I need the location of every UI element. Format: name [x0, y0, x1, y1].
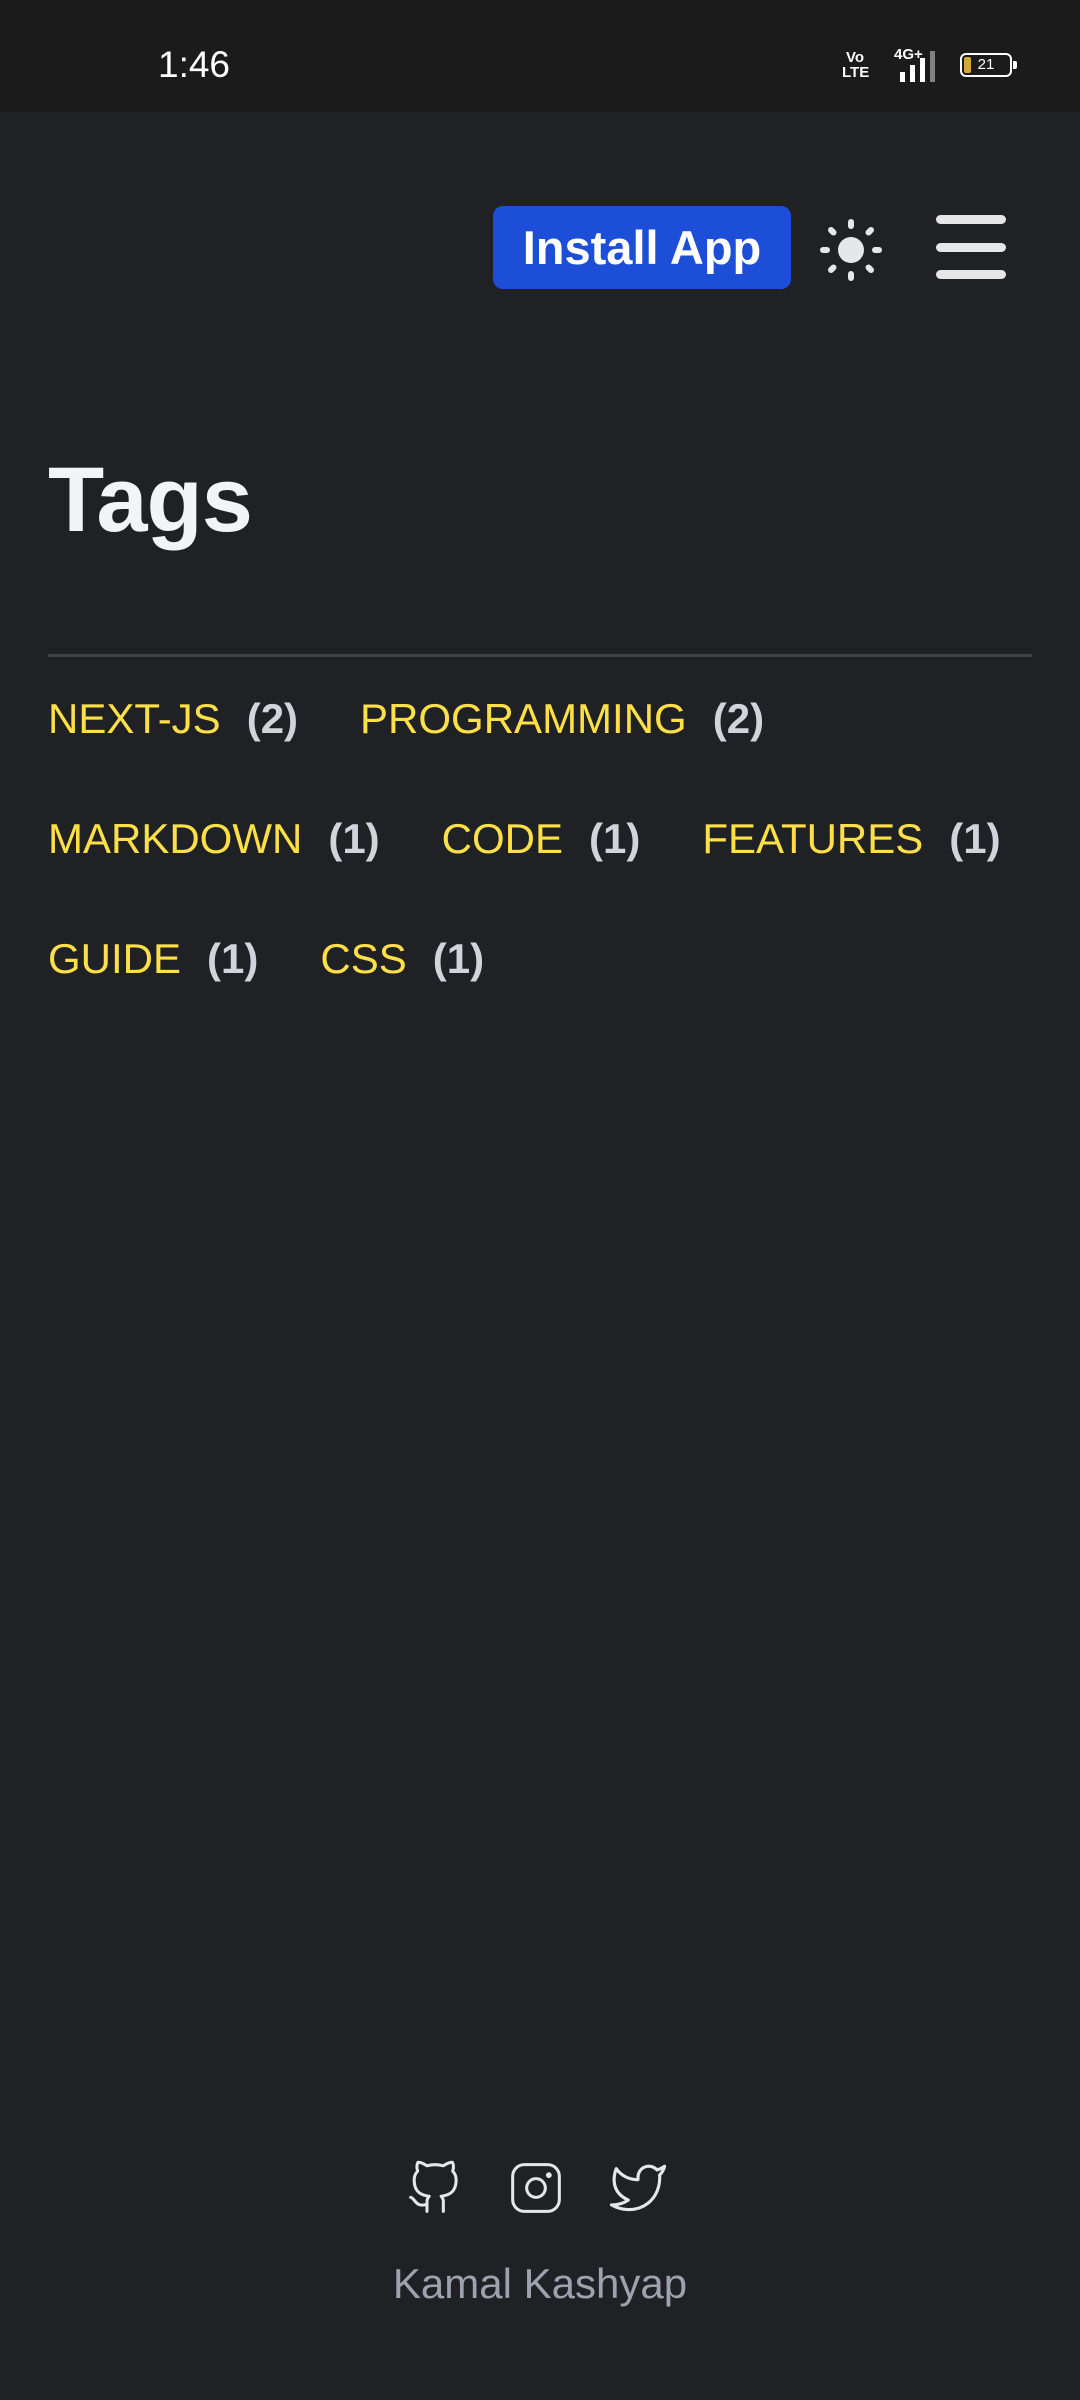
menu-line	[936, 270, 1006, 279]
tag-link[interactable]: CODE	[442, 815, 563, 863]
tag-item: NEXT-JS (2)	[48, 690, 298, 748]
tag-item: MARKDOWN (1)	[48, 810, 380, 868]
volte-icon: Vo LTE	[842, 49, 870, 81]
instagram-icon[interactable]	[506, 2158, 566, 2218]
tag-link[interactable]: GUIDE	[48, 935, 181, 983]
network-type: 4G+	[894, 46, 923, 63]
tag-item: FEATURES (1)	[702, 810, 1000, 868]
tag-item: GUIDE (1)	[48, 930, 258, 988]
tag-link[interactable]: CSS	[320, 935, 406, 983]
install-app-button[interactable]: Install App	[493, 206, 791, 289]
menu-line	[936, 215, 1006, 224]
author-name: Kamal Kashyap	[392, 2260, 688, 2307]
twitter-icon[interactable]	[608, 2158, 668, 2218]
battery-level: 21	[977, 56, 995, 73]
tag-count: (1)	[432, 935, 485, 982]
screen: 1:46 Vo LTE 4G+ 21 Install App Tags NEXT…	[0, 0, 1080, 2400]
tag-item: CODE (1)	[442, 810, 641, 868]
sun-icon	[820, 219, 882, 281]
status-icons: Vo LTE 4G+ 21	[842, 46, 1017, 82]
tag-link[interactable]: MARKDOWN	[48, 815, 302, 863]
hamburger-menu-icon[interactable]	[936, 215, 1006, 279]
tag-item: CSS (1)	[320, 930, 484, 988]
status-bar: 1:46 Vo LTE 4G+ 21	[0, 0, 1080, 112]
tag-count: (1)	[328, 815, 380, 862]
tag-count: (1)	[589, 815, 641, 862]
tag-link[interactable]: NEXT-JS	[48, 695, 221, 743]
signal-icon: 4G+	[886, 46, 942, 82]
social-links	[404, 2158, 668, 2218]
tag-link[interactable]: PROGRAMMING	[360, 695, 687, 743]
battery-icon: 21	[960, 53, 1017, 77]
tag-count: (1)	[949, 815, 1001, 862]
tag-count: (1)	[207, 935, 259, 982]
tag-item: PROGRAMMING (2)	[360, 690, 764, 748]
menu-line	[936, 242, 1006, 252]
tag-link[interactable]: FEATURES	[702, 815, 923, 863]
tag-count: (2)	[712, 695, 765, 742]
theme-toggle-button[interactable]	[820, 219, 882, 281]
page-title: Tags	[48, 449, 253, 551]
divider	[48, 654, 1032, 657]
tag-list: NEXT-JS (2) PROGRAMMING (2) MARKDOWN (1)…	[48, 690, 1032, 988]
tag-count: (2)	[246, 695, 299, 742]
github-icon[interactable]	[404, 2158, 464, 2218]
status-time: 1:46	[158, 44, 231, 85]
